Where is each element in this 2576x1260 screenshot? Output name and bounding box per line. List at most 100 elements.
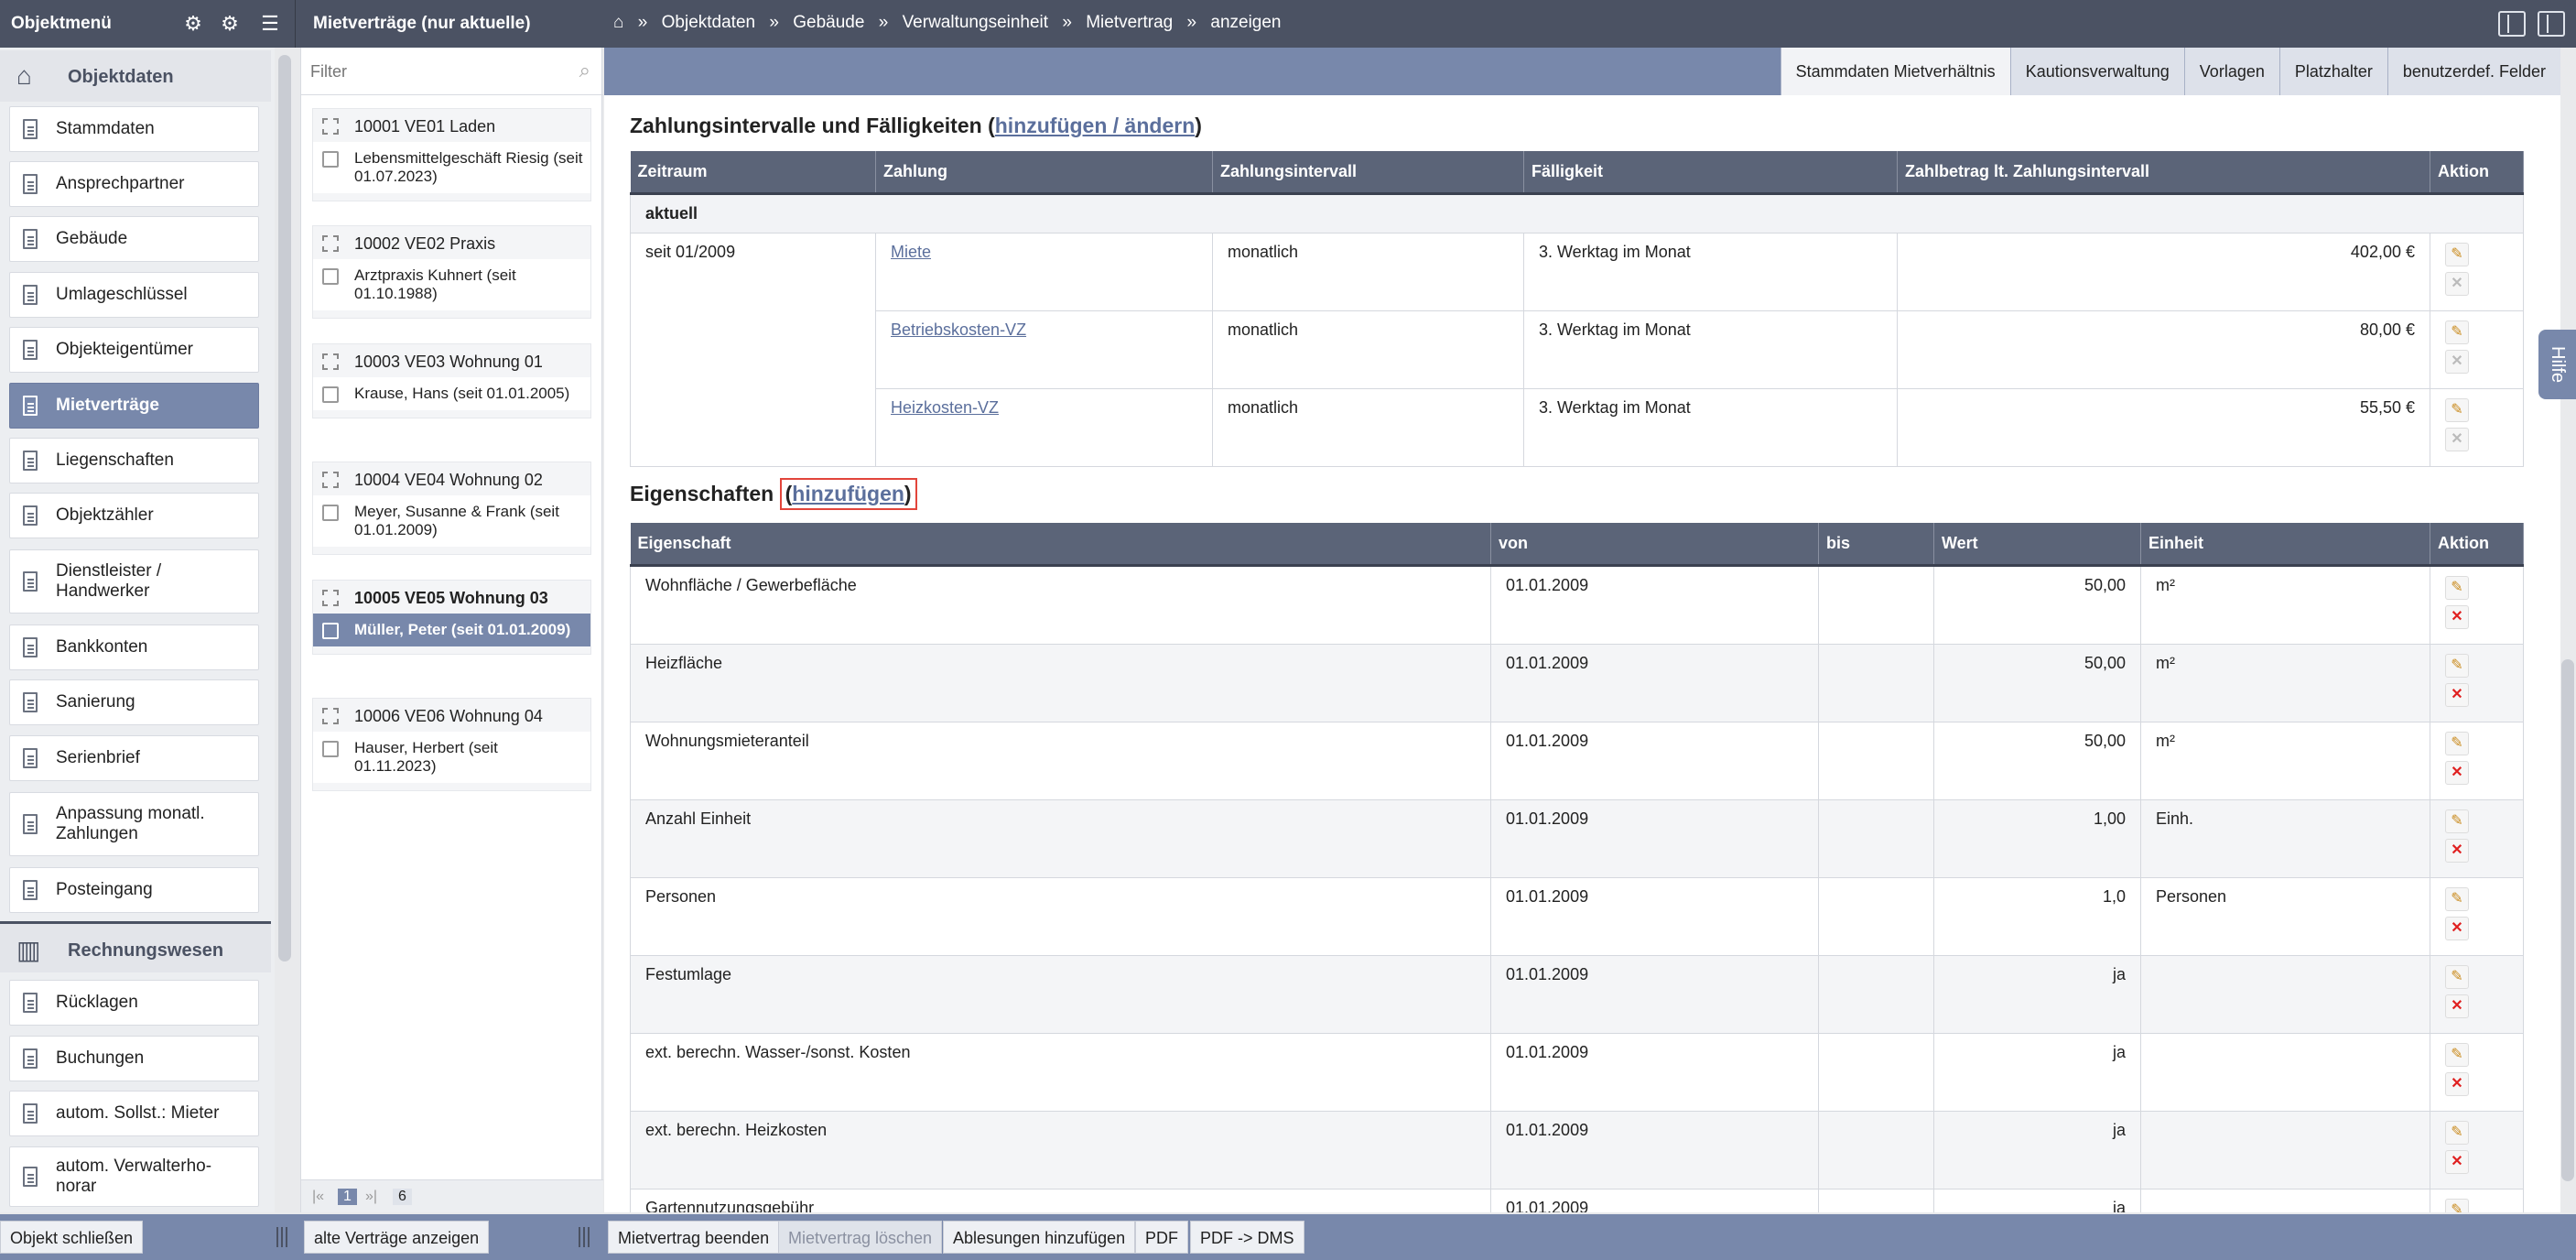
layout-two-column-icon[interactable] [2497, 11, 2526, 37]
tenant-row[interactable]: Hauser, Herbert (seit 01.11.2023) [313, 732, 590, 783]
menu-item-sollst-mieter[interactable]: autom. Sollst.: Mieter [9, 1091, 259, 1136]
unit-icon [322, 235, 339, 252]
menu-item-sanierung[interactable]: Sanierung [9, 679, 259, 725]
edit-icon[interactable]: ✎ [2445, 653, 2469, 678]
delete-icon[interactable]: ✕ [2445, 604, 2469, 629]
payment-link[interactable]: Miete [891, 243, 931, 261]
breadcrumb-item[interactable]: Gebäude [793, 13, 864, 32]
document-icon [23, 748, 38, 768]
first-page-icon[interactable]: |« [312, 1189, 324, 1205]
breadcrumb-item[interactable]: Objektdaten [662, 13, 755, 32]
menu-item-objekteigentuemer[interactable]: Objekteigentümer [9, 327, 259, 373]
tenant-row[interactable]: Arztpraxis Kuhnert (seit 01.10.1988) [313, 259, 590, 310]
payments-add-change-link[interactable]: hinzufügen / ändern [995, 114, 1196, 137]
tab-benutzerdef-felder[interactable]: benutzerdef. Felder [2387, 48, 2560, 95]
delete-contract-button: Mietvertrag löschen [778, 1221, 943, 1254]
edit-icon[interactable]: ✎ [2445, 809, 2469, 833]
menu-item-mietvertraege[interactable]: Mietverträge [9, 383, 259, 429]
document-icon [23, 285, 38, 305]
tab-platzhalter[interactable]: Platzhalter [2278, 48, 2387, 95]
person-card-icon [322, 623, 339, 639]
object-menu: ⌂ Objektdaten Stammdaten Ansprechpartner… [0, 48, 275, 1212]
end-contract-button[interactable]: Mietvertrag beenden [608, 1221, 780, 1254]
home-icon[interactable]: ⌂ [613, 13, 623, 32]
layout-three-column-icon[interactable] [2538, 11, 2565, 37]
tenant-row[interactable]: Lebensmittelgeschäft Riesig (seit 01.07.… [313, 142, 590, 193]
menu-item-ruecklagen[interactable]: Rücklagen [9, 980, 259, 1026]
menu-item-gebaeude[interactable]: Gebäude [9, 216, 259, 262]
menu-item-stammdaten[interactable]: Stammdaten [9, 106, 259, 152]
contract-group: 10003 VE03 Wohnung 01 Krause, Hans (seit… [312, 343, 591, 418]
edit-icon[interactable]: ✎ [2445, 886, 2469, 911]
edit-icon[interactable]: ✎ [2445, 575, 2469, 600]
breadcrumb: ⌂ » Objektdaten » Gebäude » Verwaltungse… [613, 13, 1282, 32]
unit-row[interactable]: 10004 VE04 Wohnung 02 [313, 462, 590, 495]
breadcrumb-item[interactable]: Mietvertrag [1086, 13, 1173, 32]
filter-input[interactable] [310, 57, 585, 86]
pdf-button[interactable]: PDF [1135, 1221, 1188, 1254]
edit-icon[interactable]: ✎ [2445, 320, 2469, 344]
visibility-settings-icon[interactable]: ⚙ [181, 12, 205, 36]
section-objektdaten[interactable]: ⌂ Objektdaten [0, 50, 271, 102]
show-old-contracts-button[interactable]: alte Verträge anzeigen [304, 1221, 490, 1254]
delete-icon[interactable]: ✕ [2445, 1149, 2469, 1174]
unit-row[interactable]: 10003 VE03 Wohnung 01 [313, 344, 590, 377]
edit-icon[interactable]: ✎ [2445, 1042, 2469, 1067]
contract-group: 10001 VE01 Laden Lebensmittelgeschäft Ri… [312, 108, 591, 201]
delete-icon[interactable]: ✕ [2445, 1071, 2469, 1096]
tab-stammdaten-mietverhaeltnis[interactable]: Stammdaten Mietverhältnis [1780, 48, 2010, 95]
payment-link[interactable]: Heizkosten-VZ [891, 398, 999, 417]
ledger-icon: ▥ [16, 936, 41, 964]
delete-icon[interactable]: ✕ [2445, 838, 2469, 863]
menu-item-buchungen[interactable]: Buchungen [9, 1036, 259, 1081]
list-menu-icon[interactable]: ☰ [258, 12, 282, 36]
resize-handle[interactable] [276, 1227, 287, 1247]
properties-add-link[interactable]: hinzufügen [792, 482, 904, 505]
tenant-row[interactable]: Krause, Hans (seit 01.01.2005) [313, 377, 590, 410]
delete-icon[interactable]: ✕ [2445, 916, 2469, 940]
edit-icon[interactable]: ✎ [2445, 731, 2469, 755]
unit-row[interactable]: 10006 VE06 Wohnung 04 [313, 699, 590, 732]
menu-item-bankkonten[interactable]: Bankkonten [9, 625, 259, 670]
unit-row[interactable]: 10001 VE01 Laden [313, 109, 590, 142]
resize-handle[interactable] [579, 1227, 590, 1247]
help-tab[interactable]: Hilfe [2538, 330, 2576, 399]
menu-item-serienbrief[interactable]: Serienbrief [9, 735, 259, 781]
delete-icon[interactable]: ✕ [2445, 994, 2469, 1018]
settings-icon[interactable]: ⚙ [218, 12, 242, 36]
tab-vorlagen[interactable]: Vorlagen [2183, 48, 2279, 95]
tenant-row-selected[interactable]: Müller, Peter (seit 01.01.2009) [313, 614, 590, 646]
section-rechnungswesen[interactable]: ▥ Rechnungswesen [0, 921, 271, 972]
unit-row[interactable]: 10005 VE05 Wohnung 03 [313, 581, 590, 614]
delete-icon[interactable]: ✕ [2445, 682, 2469, 707]
menu-item-dienstleister[interactable]: Dienstleister / Handwerker [9, 549, 259, 614]
menu-item-liegenschaften[interactable]: Liegenschaften [9, 438, 259, 483]
menu-item-anpassung-zahlungen[interactable]: Anpassung monatl. Zahlungen [9, 792, 259, 856]
edit-icon[interactable]: ✎ [2445, 1120, 2469, 1145]
main-scrollbar[interactable] [2561, 659, 2574, 1181]
menu-item-ansprechpartner[interactable]: Ansprechpartner [9, 161, 259, 207]
menu-item-objektzaehler[interactable]: Objektzähler [9, 493, 259, 538]
delete-icon[interactable]: ✕ [2445, 760, 2469, 785]
menu-item-posteingang[interactable]: Posteingang [9, 867, 259, 913]
add-readings-button[interactable]: Ablesungen hinzufügen [943, 1221, 1136, 1254]
tab-kautionsverwaltung[interactable]: Kautionsverwaltung [2009, 48, 2184, 95]
tenant-row[interactable]: Meyer, Susanne & Frank (seit 01.01.2009) [313, 495, 590, 547]
menu-item-verwalterhonorar[interactable]: autom. Verwalterho- norar [9, 1146, 259, 1207]
home-document-icon: ⌂ [16, 61, 32, 90]
pdf-dms-button[interactable]: PDF -> DMS [1190, 1221, 1304, 1254]
edit-icon[interactable]: ✎ [2445, 964, 2469, 989]
edit-icon[interactable]: ✎ [2445, 242, 2469, 266]
search-icon[interactable]: ⌕ [579, 59, 590, 82]
edit-icon[interactable]: ✎ [2445, 397, 2469, 422]
breadcrumb-item[interactable]: Verwaltungseinheit [903, 13, 1049, 32]
close-object-button[interactable]: Objekt schließen [0, 1221, 144, 1254]
menu-item-umlageschluessel[interactable]: Umlageschlüssel [9, 272, 259, 318]
menu-scrollbar[interactable] [278, 55, 291, 961]
payment-link[interactable]: Betriebskosten-VZ [891, 320, 1026, 339]
edit-icon[interactable]: ✎ [2445, 1198, 2469, 1212]
unit-row[interactable]: 10002 VE02 Praxis [313, 226, 590, 259]
current-page[interactable]: 1 [338, 1189, 357, 1205]
last-page-icon[interactable]: »| [365, 1189, 377, 1205]
unit-icon [322, 118, 339, 135]
